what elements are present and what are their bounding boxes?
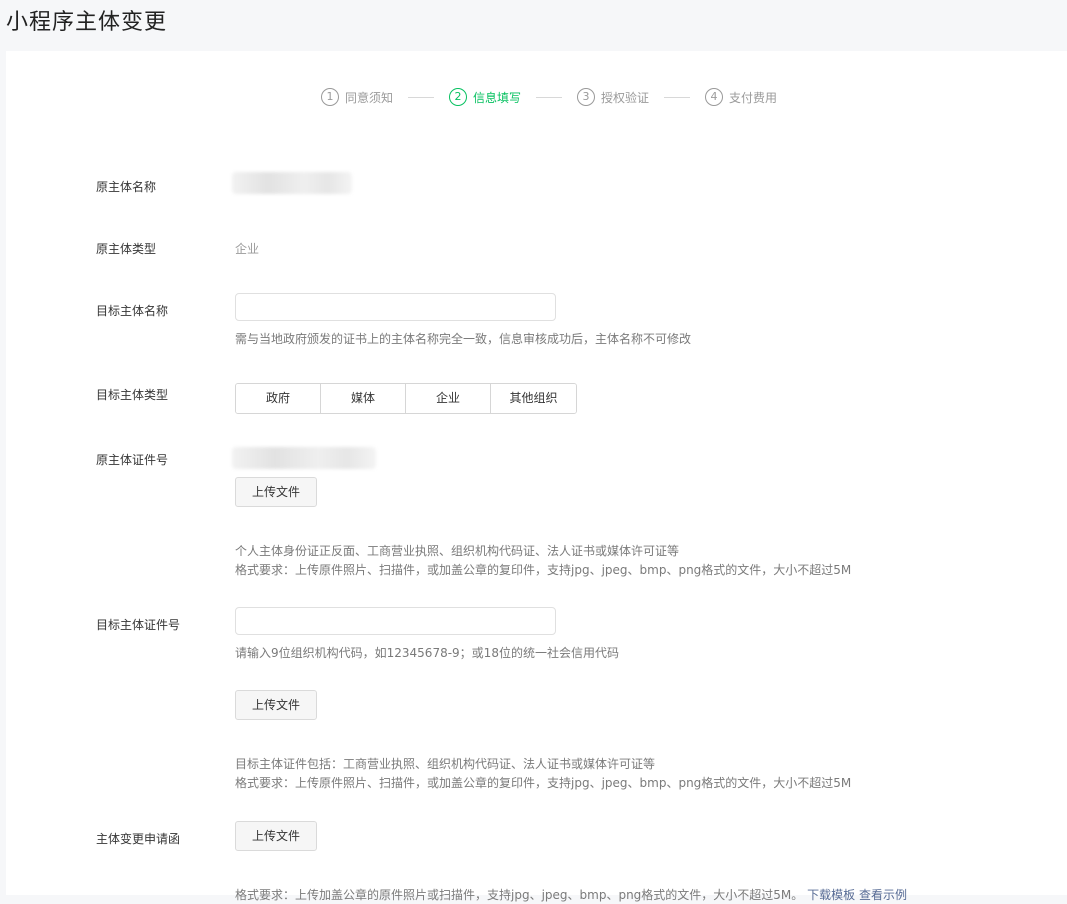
target-cert-hint: 请输入9位组织机构代码，如12345678-9；或18位的统一社会信用代码 (235, 646, 619, 660)
step-label: 信息填写 (473, 90, 522, 105)
step-number: 4 (705, 88, 724, 106)
orig-cert-redacted (232, 447, 376, 469)
step-divider (536, 96, 563, 98)
step-number: 1 (321, 88, 339, 106)
stepper: 1 同意须知 2 信息填写 3 授权验证 4 支付费用 (321, 87, 777, 107)
letter-upload-button[interactable]: 上传文件 (235, 821, 317, 851)
target-name-input[interactable] (235, 293, 556, 321)
step-number: 3 (577, 88, 596, 106)
target-cert-input[interactable] (235, 607, 556, 635)
orig-cert-format-hint: 格式要求：上传原件照片、扫描件，或加盖公章的复印件，支持jpg、jpeg、bmp… (235, 563, 852, 577)
type-option-enterprise[interactable]: 企业 (406, 384, 491, 413)
step-agree: 1 同意须知 (321, 88, 393, 106)
step-label: 支付费用 (729, 90, 778, 105)
step-label: 同意须知 (345, 90, 394, 105)
letter-label: 主体变更申请函 (96, 832, 181, 846)
type-option-other-org[interactable]: 其他组织 (491, 384, 576, 413)
step-number: 2 (449, 88, 468, 106)
orig-cert-hint: 个人主体身份证正反面、工商营业执照、组织机构代码证、法人证书或媒体许可证等 (235, 544, 680, 558)
step-fill-info: 2 信息填写 (449, 88, 521, 106)
step-divider (664, 96, 691, 98)
step-payment: 4 支付费用 (705, 88, 777, 106)
orig-name-label: 原主体名称 (96, 180, 157, 194)
view-example-link[interactable]: 查看示例 (859, 888, 907, 902)
target-cert-upload-button[interactable]: 上传文件 (235, 690, 317, 720)
target-cert-doc-hint: 目标主体证件包括：工商营业执照、组织机构代码证、法人证书或媒体许可证等 (235, 757, 656, 771)
type-option-government[interactable]: 政府 (236, 384, 321, 413)
download-template-link[interactable]: 下载模板 (807, 888, 855, 902)
orig-cert-label: 原主体证件号 (96, 453, 169, 467)
target-cert-format-hint: 格式要求：上传原件照片、扫描件，或加盖公章的复印件，支持jpg、jpeg、bmp… (235, 776, 852, 790)
target-name-hint: 需与当地政府颁发的证书上的主体名称完全一致，信息审核成功后，主体名称不可修改 (235, 332, 692, 346)
orig-type-value: 企业 (235, 242, 260, 256)
orig-type-label: 原主体类型 (96, 242, 157, 256)
target-type-label: 目标主体类型 (96, 388, 169, 402)
step-authorize: 3 授权验证 (577, 88, 649, 106)
target-type-segmented: 政府 媒体 企业 其他组织 (235, 383, 577, 414)
form-card: 1 同意须知 2 信息填写 3 授权验证 4 支付费用 原主体名称 原主体类型 … (6, 51, 1067, 902)
step-label: 授权验证 (601, 90, 650, 105)
letter-format-text: 格式要求：上传加盖公章的原件照片或扫描件，支持jpg、jpeg、bmp、png格… (235, 888, 804, 902)
target-name-label: 目标主体名称 (96, 304, 169, 318)
step-divider (408, 96, 435, 98)
orig-cert-upload-button[interactable]: 上传文件 (235, 477, 317, 507)
type-option-media[interactable]: 媒体 (321, 384, 406, 413)
target-cert-label: 目标主体证件号 (96, 618, 181, 632)
orig-name-redacted (232, 172, 352, 194)
page-title: 小程序主体变更 (6, 10, 168, 35)
letter-format-hint: 格式要求：上传加盖公章的原件照片或扫描件，支持jpg、jpeg、bmp、png格… (235, 887, 907, 904)
